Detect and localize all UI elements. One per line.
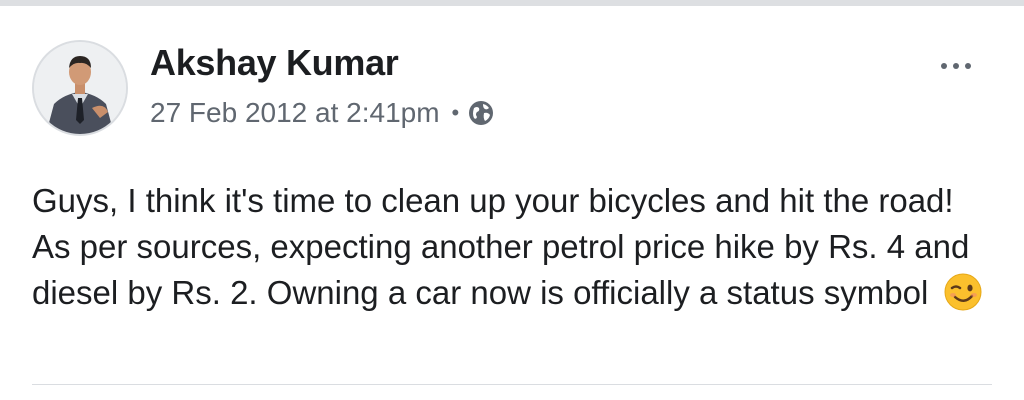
- post-body-text: Guys, I think it's time to clean up your…: [32, 182, 970, 311]
- author-avatar[interactable]: [32, 40, 128, 136]
- avatar-portrait-icon: [34, 42, 126, 134]
- meta-separator: •: [451, 100, 460, 125]
- more-options-dot: [941, 63, 947, 69]
- post-timestamp[interactable]: 27 Feb 2012 at 2:41pm: [150, 97, 440, 129]
- more-options-dot: [965, 63, 971, 69]
- more-options-dot: [953, 63, 959, 69]
- post-body: Guys, I think it's time to clean up your…: [32, 178, 992, 316]
- more-options-button[interactable]: [928, 46, 984, 86]
- winking-face-icon: [944, 273, 982, 311]
- author-name[interactable]: Akshay Kumar: [150, 42, 399, 84]
- post-divider: [32, 384, 992, 385]
- post-meta: 27 Feb 2012 at 2:41pm •: [150, 96, 495, 130]
- post-card: Akshay Kumar 27 Feb 2012 at 2:41pm • Guy…: [0, 6, 1024, 400]
- globe-icon[interactable]: [467, 99, 495, 127]
